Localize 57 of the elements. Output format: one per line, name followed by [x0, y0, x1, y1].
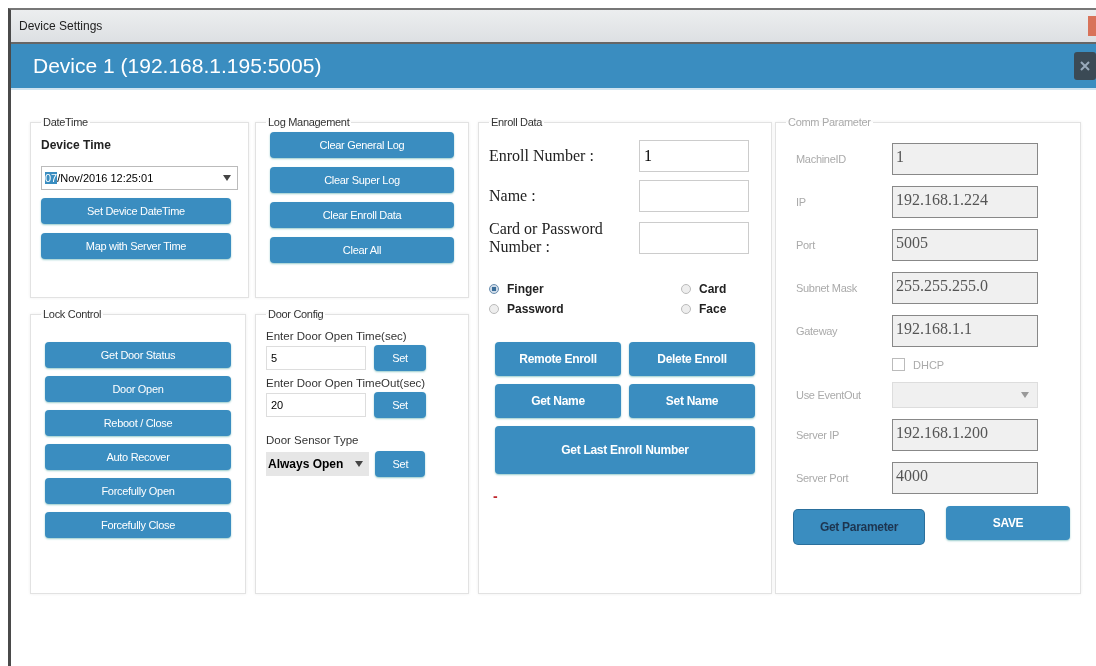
field-label: Name : [489, 187, 537, 205]
window-title: Device Settings [19, 19, 103, 33]
input-field[interactable]: 20 [266, 393, 366, 417]
caret-icon [223, 175, 231, 181]
input-field[interactable] [639, 222, 749, 254]
section-legend: DateTime [41, 116, 90, 128]
action-button[interactable]: Clear General Log [270, 132, 454, 158]
action-button[interactable]: Set [375, 451, 426, 477]
field-label: Server IP [795, 429, 841, 441]
section-legend: Lock Control [41, 308, 104, 320]
action-button[interactable]: Get Last Enroll Number [495, 426, 755, 474]
field-label: Gateway [795, 325, 839, 337]
input-field[interactable] [639, 180, 749, 212]
radio-option[interactable]: Password [489, 302, 681, 316]
action-button[interactable]: Delete Enroll [629, 342, 755, 376]
action-button[interactable]: Clear All [270, 237, 454, 263]
action-button[interactable]: Get Name [495, 384, 621, 418]
action-button[interactable]: Forcefully Open [45, 478, 231, 504]
action-button[interactable]: Map with Server Time [41, 233, 231, 259]
section-legend: Comm Parameter [786, 116, 873, 128]
action-button[interactable]: Get Door Status [45, 342, 231, 368]
section-legend: Door Config [266, 308, 326, 320]
field-label: Card or Password Number : [489, 220, 604, 256]
radio-option[interactable]: Card [681, 282, 761, 296]
action-button[interactable]: Door Open [45, 376, 231, 402]
dialog-title: Device 1 (192.168.1.195:5005) [33, 54, 322, 78]
action-button[interactable]: Forcefully Close [45, 512, 231, 538]
action-button[interactable]: Auto Recover [45, 444, 231, 470]
status-text: - [493, 488, 498, 504]
field-label: Subnet Mask [795, 282, 858, 294]
action-button[interactable]: Remote Enroll [495, 342, 621, 376]
field-label: Door Sensor Type [266, 434, 360, 446]
input-field[interactable]: 1 [639, 140, 749, 172]
radio-option[interactable]: Finger [489, 282, 681, 296]
field-label: Port [795, 239, 817, 251]
radio-option[interactable]: Face [681, 302, 761, 316]
field-label: Enter Door Open TimeOut(sec) [266, 377, 427, 389]
section-legend: Enroll Data [489, 116, 545, 128]
dropdown-field[interactable]: Always Open [266, 452, 370, 476]
field-label: Device Time [41, 138, 112, 152]
field-label: Enroll Number : [489, 147, 595, 165]
field-label: MachineID [795, 153, 847, 165]
action-button[interactable]: Set [374, 345, 426, 371]
input-field[interactable]: 5 [266, 346, 366, 370]
action-button[interactable]: Clear Enroll Data [270, 202, 454, 228]
action-button[interactable]: Set Device DateTime [41, 198, 231, 224]
action-button[interactable]: Clear Super Log [270, 167, 454, 193]
caret-icon [1021, 392, 1029, 398]
section-legend: Log Management [266, 116, 352, 128]
action-button[interactable]: Set [374, 392, 426, 418]
action-button[interactable]: Set Name [629, 384, 755, 418]
caret-icon [355, 461, 364, 467]
field-label: IP [795, 196, 807, 208]
field-label: Enter Door Open Time(sec) [266, 330, 408, 342]
field-label: Server Port [795, 472, 850, 484]
action-button[interactable]: Reboot / Close [45, 410, 231, 436]
field-label: Use EventOut [795, 389, 862, 401]
